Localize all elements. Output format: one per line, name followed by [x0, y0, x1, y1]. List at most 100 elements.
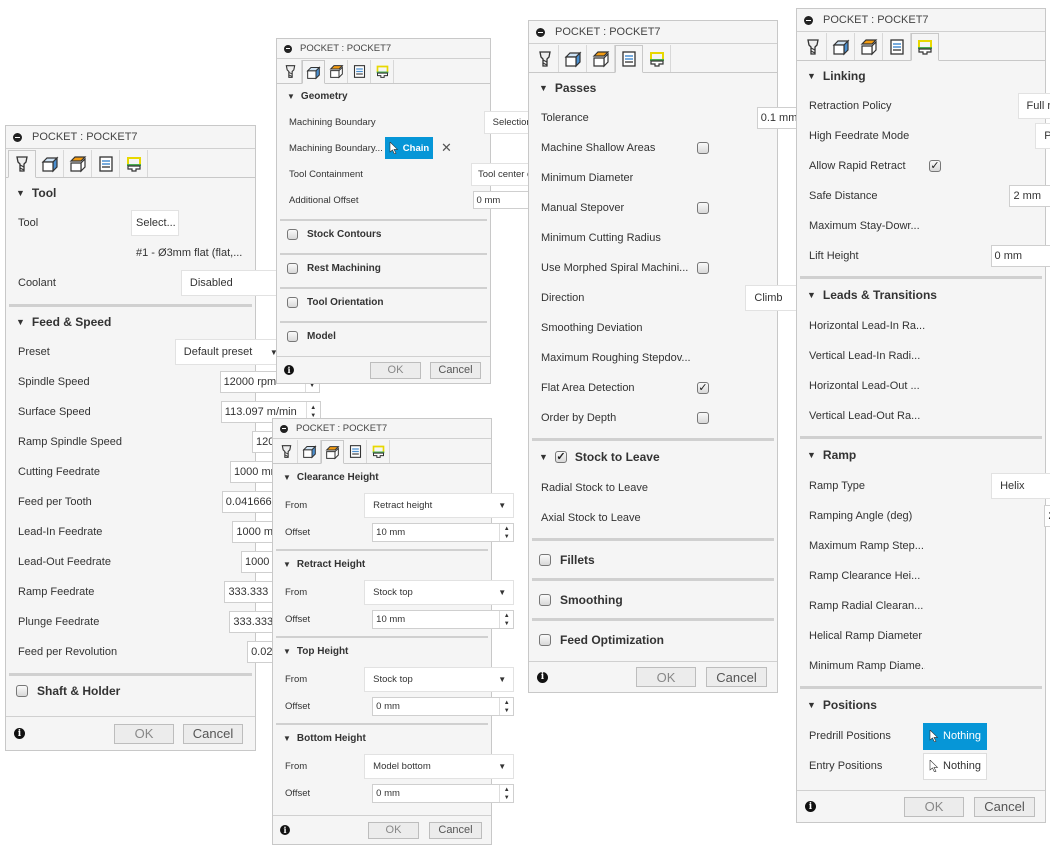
stock-contours-checkbox[interactable]: [287, 228, 298, 240]
section-linking-header[interactable]: ▼ Linking: [797, 61, 1045, 91]
model-checkbox[interactable]: [287, 330, 298, 342]
section-model[interactable]: Model: [277, 323, 490, 349]
tab-tool[interactable]: [531, 45, 559, 72]
stepper-icon[interactable]: ▲▼: [499, 524, 513, 541]
section-retract-height-header[interactable]: ▼ Retract Height: [273, 551, 491, 578]
tab-geometry[interactable]: [298, 440, 321, 463]
collapse-icon[interactable]: [284, 44, 292, 53]
preset-select[interactable]: Default preset ▼: [174, 339, 286, 365]
collapse-icon[interactable]: [804, 15, 813, 25]
section-tool-orientation[interactable]: Tool Orientation: [277, 289, 490, 315]
tab-geometry[interactable]: [827, 33, 855, 60]
cancel-button[interactable]: Cancel: [429, 821, 482, 839]
ok-button[interactable]: OK: [368, 821, 419, 839]
tab-passes[interactable]: [615, 45, 643, 73]
retract-height-offset-input[interactable]: 10 mm ▲ ▼: [372, 610, 515, 629]
tab-passes[interactable]: [348, 60, 371, 83]
select-tool-button[interactable]: Select...: [131, 210, 179, 236]
section-stock-contours[interactable]: Stock Contours: [277, 221, 490, 247]
machine-shallow-areas-row-checkbox[interactable]: [697, 142, 709, 154]
collapse-icon[interactable]: [13, 132, 22, 142]
section-positions-header[interactable]: ▼ Positions: [797, 689, 1045, 721]
section-clearance-height-header[interactable]: ▼ Clearance Height: [273, 464, 491, 491]
cancel-button[interactable]: Cancel: [974, 796, 1035, 817]
tab-linking[interactable]: [643, 45, 671, 72]
section-ramp-header[interactable]: ▼ Ramp: [797, 439, 1045, 471]
tab-heights[interactable]: [325, 60, 348, 83]
stepper-icon[interactable]: ▲▼: [499, 785, 513, 802]
cancel-button[interactable]: Cancel: [430, 361, 481, 379]
info-icon[interactable]: i: [14, 728, 25, 739]
section-tool-header[interactable]: ▼ Tool: [6, 178, 255, 208]
tab-passes[interactable]: [883, 33, 911, 60]
tab-linking[interactable]: [367, 440, 390, 463]
tab-geometry[interactable]: [302, 60, 325, 84]
info-icon[interactable]: i: [537, 671, 548, 683]
rest-machining-checkbox[interactable]: [287, 262, 298, 274]
use-morphed-spiral-machini-row-checkbox[interactable]: [697, 262, 709, 274]
retract-height-from-select[interactable]: Stock top ▼: [364, 580, 515, 605]
stepper-icon[interactable]: ▲▼: [499, 698, 513, 715]
info-icon[interactable]: i: [805, 801, 816, 812]
allow-rapid-retract-row-checkbox[interactable]: ✓: [929, 160, 941, 172]
section-feed-optimization[interactable]: Feed Optimization: [529, 621, 777, 658]
ramp-type-select[interactable]: Helix▼: [991, 473, 1050, 499]
high-feedrate-mode-row-select[interactable]: Preserve rapid r... ▼: [1035, 123, 1050, 149]
flat-area-detection-row-checkbox[interactable]: ✓: [697, 382, 709, 394]
collapse-icon[interactable]: [280, 424, 288, 433]
manual-stepover-row-checkbox[interactable]: [697, 202, 709, 214]
smoothing-checkbox[interactable]: [539, 593, 551, 606]
entry-positions-button[interactable]: Nothing: [923, 752, 987, 780]
tab-tool[interactable]: [279, 60, 302, 83]
top-height-from-select[interactable]: Stock top ▼: [364, 667, 515, 692]
stepper-icon[interactable]: ▲▼: [499, 611, 513, 628]
collapse-icon[interactable]: [536, 27, 545, 37]
tab-heights[interactable]: [587, 45, 615, 72]
tab-tool[interactable]: [8, 150, 36, 178]
tab-tool[interactable]: [799, 33, 827, 60]
clearance-height-from-select[interactable]: Retract height ▼: [364, 493, 515, 518]
order-by-depth-row-checkbox[interactable]: [697, 412, 709, 424]
cancel-button[interactable]: Cancel: [183, 723, 243, 744]
tab-passes[interactable]: [344, 440, 367, 463]
section-passes-header[interactable]: ▼ Passes: [529, 73, 777, 103]
tab-linking[interactable]: [371, 60, 394, 83]
ok-button[interactable]: OK: [370, 361, 421, 379]
stock-to-leave-checkbox[interactable]: ✓: [554, 451, 567, 463]
ok-button[interactable]: OK: [114, 723, 174, 744]
tab-tool[interactable]: [275, 440, 298, 463]
retraction-policy-row-select[interactable]: Full retraction ▼: [1017, 93, 1050, 119]
tab-geometry[interactable]: [559, 45, 587, 72]
section-shaft-holder[interactable]: Shaft & Holder: [6, 676, 255, 706]
feed-optimization-checkbox[interactable]: [539, 633, 551, 646]
section-bottom-height-header[interactable]: ▼ Bottom Height: [273, 725, 491, 752]
tool-orientation-checkbox[interactable]: [287, 296, 298, 308]
tab-linking[interactable]: [911, 33, 939, 61]
section-leads-header[interactable]: ▼ Leads & Transitions: [797, 279, 1045, 311]
info-icon[interactable]: i: [284, 365, 294, 375]
section-smoothing[interactable]: Smoothing: [529, 581, 777, 618]
info-icon[interactable]: i: [280, 825, 290, 835]
tab-geometry[interactable]: [36, 150, 64, 177]
lift-height-row-input[interactable]: 0 mm ▲▼: [990, 245, 1050, 267]
tab-heights[interactable]: [855, 33, 883, 60]
section-feed-header[interactable]: ▼ Feed & Speed: [6, 307, 255, 337]
cancel-button[interactable]: Cancel: [706, 667, 767, 687]
ok-button[interactable]: OK: [904, 796, 964, 817]
section-top-height-header[interactable]: ▼ Top Height: [273, 638, 491, 665]
section-rest-machining[interactable]: Rest Machining: [277, 255, 490, 281]
predrill-positions-button[interactable]: Nothing: [923, 722, 987, 750]
safe-distance-row-input[interactable]: 2 mm ▲▼: [1009, 185, 1050, 207]
clearance-height-offset-input[interactable]: 10 mm ▲ ▼: [372, 523, 515, 542]
tab-heights[interactable]: [321, 440, 344, 464]
chain-selection-button[interactable]: Chain: [385, 137, 433, 159]
tab-heights[interactable]: [64, 150, 92, 177]
tab-linking[interactable]: [120, 150, 148, 177]
fillets-checkbox[interactable]: [539, 553, 551, 566]
bottom-height-offset-input[interactable]: 0 mm ▲ ▼: [372, 784, 515, 803]
shaft-holder-checkbox[interactable]: [16, 685, 28, 697]
tab-passes[interactable]: [92, 150, 120, 177]
ramping-angle-deg-row-input[interactable]: 2 deg ▲▼: [1044, 505, 1050, 527]
ok-button[interactable]: OK: [636, 667, 696, 687]
top-height-offset-input[interactable]: 0 mm ▲ ▼: [372, 697, 515, 716]
